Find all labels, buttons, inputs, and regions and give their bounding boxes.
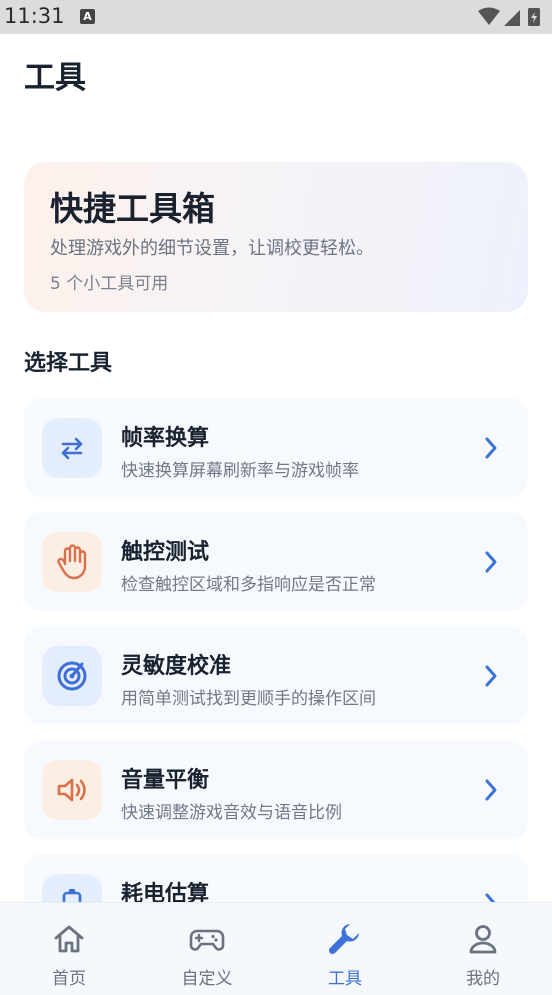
person-icon: [469, 925, 497, 954]
notification-badge: A: [80, 9, 95, 24]
status-time: 11:31: [4, 4, 65, 28]
tool-name: 耗电估算: [121, 882, 210, 902]
hero-subtitle: 处理游戏外的细节设置，让调校更轻松。: [50, 238, 374, 259]
status-icons: [476, 6, 546, 32]
chevron-right-icon: [485, 779, 497, 801]
wifi-signal-battery-icon: [478, 7, 540, 26]
tool-desc: 检查触控区域和多指响应是否正常: [121, 575, 376, 595]
status-bar: 11:31 A: [0, 0, 552, 34]
section-title: 选择工具: [24, 351, 113, 376]
swap-arrows-icon: [42, 418, 102, 478]
tab-tools[interactable]: 工具: [276, 903, 414, 995]
chevron-right-icon: [485, 551, 497, 573]
tab-label: 我的: [466, 969, 500, 989]
wrench-icon: [328, 924, 359, 955]
tab-label: 工具: [328, 969, 362, 989]
tool-card-volume-balance[interactable]: 音量平衡 快速调整游戏音效与语音比例: [24, 740, 528, 839]
tab-profile[interactable]: 我的: [414, 903, 552, 995]
toolbox-hero-card: 快捷工具箱 处理游戏外的细节设置，让调校更轻松。 5 个小工具可用: [24, 162, 528, 312]
tool-name: 音量平衡: [121, 768, 210, 793]
chevron-right-icon: [485, 893, 496, 902]
speaker-icon: [42, 760, 102, 820]
tab-label: 首页: [52, 969, 86, 989]
tool-desc: 快速换算屏幕刷新率与游戏帧率: [121, 461, 359, 481]
hero-title: 快捷工具箱: [50, 189, 215, 228]
tool-name: 灵敏度校准: [121, 654, 232, 679]
tool-card-battery-estimate[interactable]: 耗电估算: [24, 854, 528, 902]
chevron-right-icon: [485, 665, 497, 687]
bottom-tab-bar: 首页 自定义 工具 我的: [0, 902, 552, 995]
hand-icon: [42, 532, 102, 592]
page-title: 工具: [24, 60, 86, 96]
tool-desc: 用简单测试找到更顺手的操作区间: [121, 689, 376, 709]
home-icon: [54, 925, 84, 953]
tool-card-sensitivity[interactable]: 灵敏度校准 用简单测试找到更顺手的操作区间: [24, 626, 528, 725]
tab-customize[interactable]: 自定义: [138, 903, 276, 995]
tab-label: 自定义: [181, 969, 233, 989]
tool-desc: 快速调整游戏音效与语音比例: [121, 803, 342, 823]
target-icon: [42, 646, 102, 706]
tool-card-touch-test[interactable]: 触控测试 检查触控区域和多指响应是否正常: [24, 512, 528, 611]
tool-name: 触控测试: [121, 540, 210, 565]
gamepad-icon: [189, 929, 225, 951]
tool-name: 帧率换算: [121, 426, 210, 451]
tab-home[interactable]: 首页: [0, 903, 138, 995]
battery-icon: [42, 874, 102, 902]
tool-count: 5 个小工具可用: [50, 274, 169, 294]
tool-card-frame-rate[interactable]: 帧率换算 快速换算屏幕刷新率与游戏帧率: [24, 398, 528, 497]
chevron-right-icon: [485, 437, 497, 459]
